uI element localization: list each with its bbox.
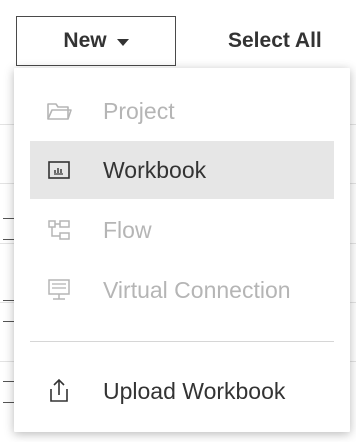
new-button-label: New bbox=[63, 29, 107, 52]
workbook-icon bbox=[44, 155, 74, 185]
folder-icon bbox=[44, 96, 74, 126]
caret-down-icon bbox=[116, 38, 129, 46]
menu-item-label: Flow bbox=[103, 216, 152, 243]
new-dropdown-menu: Project Workbook Flow Virtual Connection… bbox=[14, 68, 350, 432]
menu-item-workbook[interactable]: Workbook bbox=[30, 141, 334, 199]
virtual-connection-icon bbox=[44, 275, 74, 305]
menu-item-label: Virtual Connection bbox=[103, 276, 291, 303]
menu-item-flow[interactable]: Flow bbox=[30, 201, 334, 259]
menu-item-virtual-connection[interactable]: Virtual Connection bbox=[30, 261, 334, 319]
menu-item-label: Upload Workbook bbox=[103, 377, 286, 404]
menu-item-label: Workbook bbox=[103, 156, 207, 183]
select-all-button[interactable]: Select All bbox=[228, 29, 322, 53]
flow-icon bbox=[44, 215, 74, 245]
menu-item-project[interactable]: Project bbox=[30, 82, 334, 140]
upload-icon bbox=[44, 376, 74, 406]
menu-item-upload-workbook[interactable]: Upload Workbook bbox=[30, 362, 334, 420]
new-button[interactable]: New bbox=[16, 16, 176, 66]
menu-item-label: Project bbox=[103, 97, 175, 124]
menu-divider bbox=[30, 341, 334, 342]
